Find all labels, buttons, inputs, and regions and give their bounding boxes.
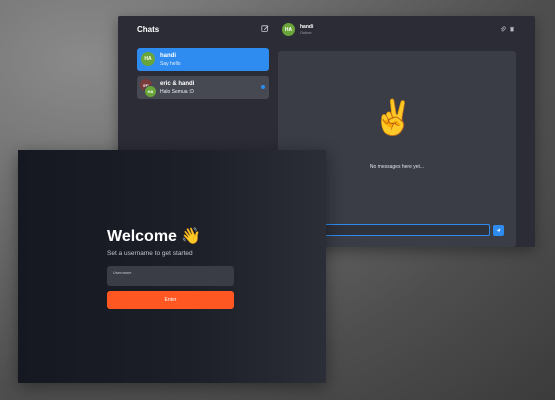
chat-item-eric-handi[interactable]: ER HA eric & handi Halo Semua :D [137,76,269,99]
chat-preview: Say hello [160,61,181,67]
chat-name: handi [160,53,176,59]
chat-preview: Halo Semua :D [160,89,194,95]
sidebar-title: Chats [137,25,160,34]
welcome-subtitle: Set a username to get started [107,250,193,257]
attachment-icon[interactable] [500,26,506,32]
conversation-header: HA handi Online [278,16,535,44]
avatar: HA [144,85,157,98]
avatar: HA [282,23,295,36]
send-icon [496,228,501,233]
username-field[interactable]: Username [107,266,234,286]
welcome-title: Welcome 👋 [107,228,202,245]
welcome-card: Welcome 👋 Set a username to get started … [18,150,326,383]
enter-button[interactable]: Enter [107,291,234,309]
conversation-status: Online [300,30,312,35]
compose-icon[interactable] [261,25,269,33]
username-label: Username [113,270,132,275]
avatar: HA [141,52,155,66]
unread-indicator [261,85,265,89]
chat-name: eric & handi [160,81,195,87]
send-button[interactable] [493,225,504,236]
victory-hand-icon: ✌️ [372,99,415,137]
trash-icon[interactable] [509,26,515,32]
chat-item-handi[interactable]: HA handi Say hello [137,48,269,71]
